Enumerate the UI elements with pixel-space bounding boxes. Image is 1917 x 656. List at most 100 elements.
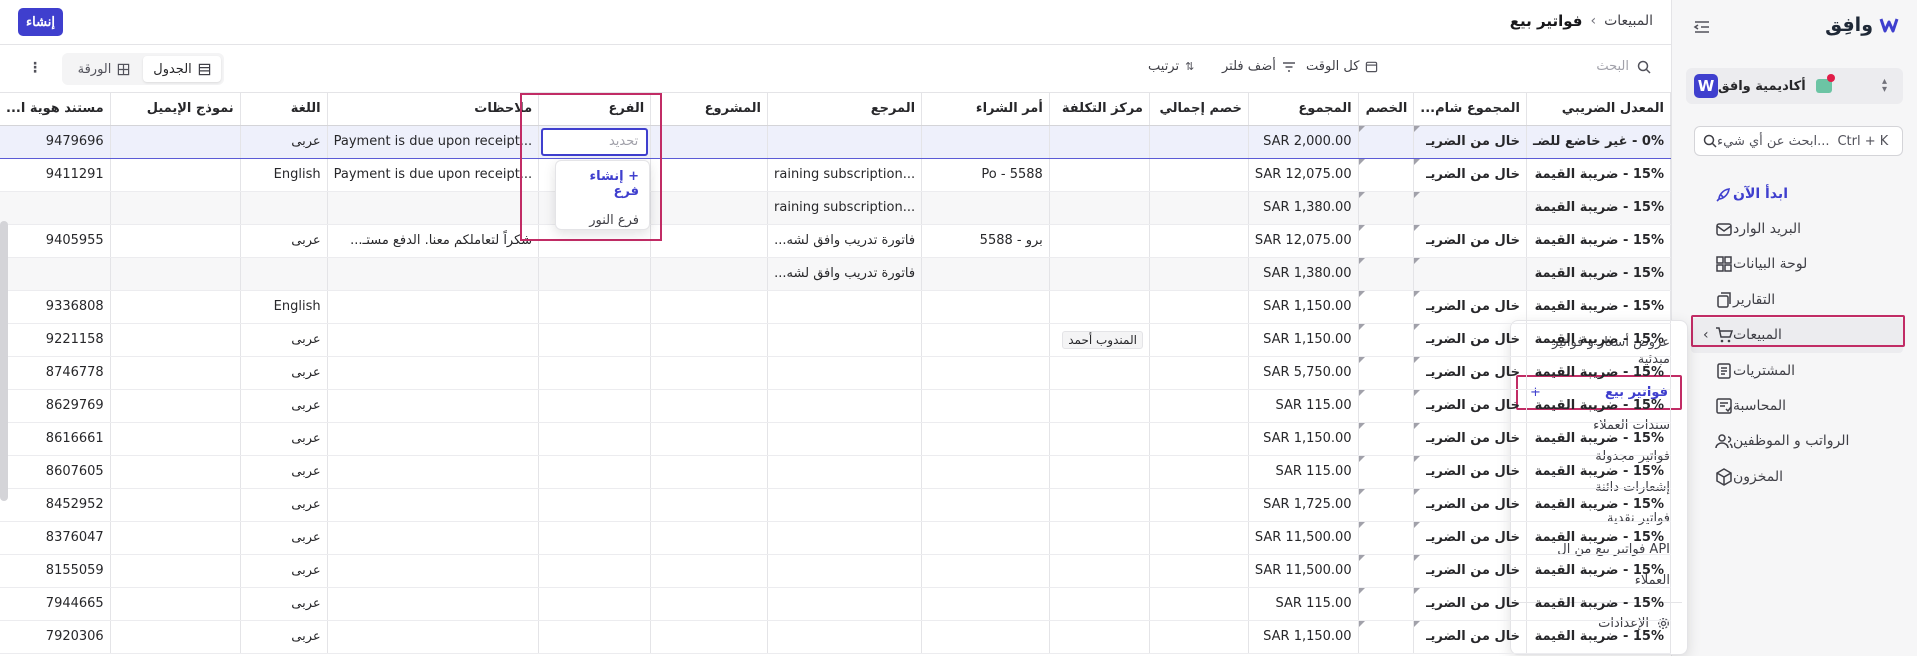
table-row[interactable]: 15% - ضريبة القيمة خال من الضريـ SAR 1,150… bbox=[0, 422, 1671, 456]
table-cell[interactable] bbox=[538, 554, 652, 588]
table-cell[interactable] bbox=[110, 158, 241, 192]
table-cell[interactable]: المندوب أحمد bbox=[1049, 323, 1150, 357]
table-cell[interactable] bbox=[1149, 158, 1249, 192]
column-header[interactable]: اللغة bbox=[240, 93, 328, 126]
table-cell[interactable]: raining subscription... bbox=[767, 158, 923, 192]
table-cell[interactable]: 7944665 bbox=[0, 587, 111, 621]
table-cell[interactable] bbox=[650, 554, 769, 588]
table-row[interactable]: 15% - ضريبة القيمة خال من الضريـ SAR 1,150… bbox=[0, 323, 1671, 357]
nav-item-inbox[interactable]: البريد الوارد bbox=[1691, 211, 1903, 246]
table-cell[interactable] bbox=[110, 488, 241, 522]
table-cell[interactable]: 8452952 bbox=[0, 488, 111, 522]
table-cell[interactable] bbox=[1358, 290, 1415, 324]
table-cell[interactable] bbox=[1358, 587, 1415, 621]
table-cell[interactable] bbox=[327, 191, 540, 225]
table-cell[interactable]: Po - 5588 bbox=[921, 158, 1050, 192]
table-cell[interactable] bbox=[327, 290, 540, 324]
table-cell[interactable] bbox=[1149, 356, 1249, 390]
branch-select-input[interactable]: تحديد bbox=[541, 127, 649, 156]
table-row[interactable]: 15% - ضريبة القيمة خال من الضريـ SAR 115.0… bbox=[0, 587, 1671, 621]
table-cell[interactable] bbox=[327, 422, 540, 456]
table-cell[interactable]: عربى bbox=[240, 124, 328, 159]
table-cell[interactable]: 15% - ضريبة القيمة bbox=[1526, 620, 1671, 654]
column-header[interactable]: ملاحظات bbox=[327, 93, 540, 126]
table-row[interactable]: 15% - ضريبة القيمة خال من الضريـ SAR 115.0… bbox=[0, 389, 1671, 423]
table-cell[interactable] bbox=[1149, 554, 1249, 588]
nav-item-dashboard[interactable]: لوحة البيانات bbox=[1691, 247, 1903, 282]
table-cell[interactable] bbox=[110, 554, 241, 588]
table-cell[interactable] bbox=[0, 257, 111, 291]
column-header[interactable]: المجموع bbox=[1248, 93, 1359, 126]
nav-item-sales[interactable]: المبيعات ‹ bbox=[1691, 317, 1903, 353]
table-cell[interactable] bbox=[1149, 455, 1249, 489]
table-cell[interactable] bbox=[1149, 224, 1249, 258]
table-cell[interactable] bbox=[0, 191, 111, 225]
table-cell[interactable] bbox=[1358, 224, 1415, 258]
table-cell[interactable] bbox=[1358, 488, 1415, 522]
table-cell[interactable] bbox=[921, 455, 1050, 489]
table-cell[interactable]: SAR 1,150.00 bbox=[1248, 323, 1359, 357]
table-cell[interactable]: SAR 1,380.00 bbox=[1248, 257, 1359, 291]
table-cell[interactable]: 8746778 bbox=[0, 356, 111, 390]
table-cell[interactable] bbox=[1049, 290, 1150, 324]
table-cell[interactable] bbox=[240, 257, 328, 291]
table-cell[interactable] bbox=[650, 124, 769, 159]
table-row[interactable]: 15% - ضريبة القيمة SAR 1,380.00 فاتورة تدر… bbox=[0, 257, 1671, 291]
table-cell[interactable]: 9221158 bbox=[0, 323, 111, 357]
table-row[interactable]: 15% - ضريبة القيمة خال من الضريـ SAR 115.0… bbox=[0, 455, 1671, 489]
table-cell[interactable] bbox=[110, 422, 241, 456]
table-cell[interactable] bbox=[1149, 257, 1249, 291]
column-header[interactable]: نموذج الإيميل bbox=[110, 93, 241, 126]
table-row[interactable]: 15% - ضريبة القيمة خال من الضريـ SAR 1,150… bbox=[0, 290, 1671, 324]
more-options-icon[interactable]: ⋮ bbox=[28, 60, 42, 76]
table-cell[interactable]: 9479696 bbox=[0, 124, 111, 159]
table-cell[interactable]: 9405955 bbox=[0, 224, 111, 258]
table-cell[interactable] bbox=[538, 620, 652, 654]
table-cell[interactable]: خال من الضريـ bbox=[1413, 587, 1527, 621]
table-cell[interactable]: 9336808 bbox=[0, 290, 111, 324]
table-cell[interactable] bbox=[921, 389, 1050, 423]
column-header[interactable]: المرجع bbox=[767, 93, 923, 126]
table-cell[interactable]: عربى bbox=[240, 587, 328, 621]
app-logo[interactable]: وافِق bbox=[1825, 14, 1899, 36]
table-cell[interactable] bbox=[1149, 422, 1249, 456]
table-cell[interactable] bbox=[538, 389, 652, 423]
table-cell[interactable]: English bbox=[240, 158, 328, 192]
table-cell[interactable] bbox=[538, 521, 652, 555]
table-cell[interactable] bbox=[921, 521, 1050, 555]
table-cell[interactable] bbox=[767, 323, 923, 357]
table-cell[interactable] bbox=[110, 124, 241, 159]
table-cell[interactable]: SAR 1,725.00 bbox=[1248, 488, 1359, 522]
table-cell[interactable] bbox=[1049, 554, 1150, 588]
table-cell[interactable]: خال من الضريـ bbox=[1413, 356, 1527, 390]
table-cell[interactable] bbox=[1358, 124, 1415, 159]
table-cell[interactable] bbox=[538, 323, 652, 357]
nav-item-reports[interactable]: التقارير bbox=[1691, 282, 1903, 317]
table-cell[interactable] bbox=[1358, 191, 1415, 225]
table-cell[interactable]: برو - 5588 bbox=[921, 224, 1050, 258]
sort-button[interactable]: ⇅ ترتيب bbox=[1148, 59, 1194, 74]
table-cell[interactable]: عربى bbox=[240, 389, 328, 423]
nav-item-inventory[interactable]: المخزون bbox=[1691, 459, 1903, 494]
table-cell[interactable] bbox=[110, 389, 241, 423]
table-cell[interactable]: خال من الضريـ bbox=[1413, 158, 1527, 192]
table-cell[interactable]: 0% - غير خاضع للضـ bbox=[1526, 124, 1671, 159]
table-cell[interactable]: 8629769 bbox=[0, 389, 111, 423]
table-cell[interactable]: 8607605 bbox=[0, 455, 111, 489]
nav-item-accounting[interactable]: المحاسبة bbox=[1691, 388, 1903, 423]
table-cell[interactable] bbox=[767, 356, 923, 390]
table-cell[interactable] bbox=[110, 521, 241, 555]
column-header[interactable]: المشروع bbox=[650, 93, 769, 126]
table-cell[interactable] bbox=[538, 290, 652, 324]
table-cell[interactable]: تحديد bbox=[538, 124, 652, 159]
table-cell[interactable] bbox=[538, 422, 652, 456]
table-cell[interactable] bbox=[327, 488, 540, 522]
table-cell[interactable] bbox=[1049, 158, 1150, 192]
table-cell[interactable]: خال من الضريـ bbox=[1413, 323, 1527, 357]
table-cell[interactable] bbox=[1049, 521, 1150, 555]
table-cell[interactable] bbox=[110, 356, 241, 390]
table-cell[interactable]: SAR 12,075.00 bbox=[1248, 158, 1359, 192]
table-cell[interactable] bbox=[1049, 389, 1150, 423]
sheet-view-button[interactable]: الورقة bbox=[65, 56, 143, 82]
table-cell[interactable]: خال من الضريـ bbox=[1413, 455, 1527, 489]
